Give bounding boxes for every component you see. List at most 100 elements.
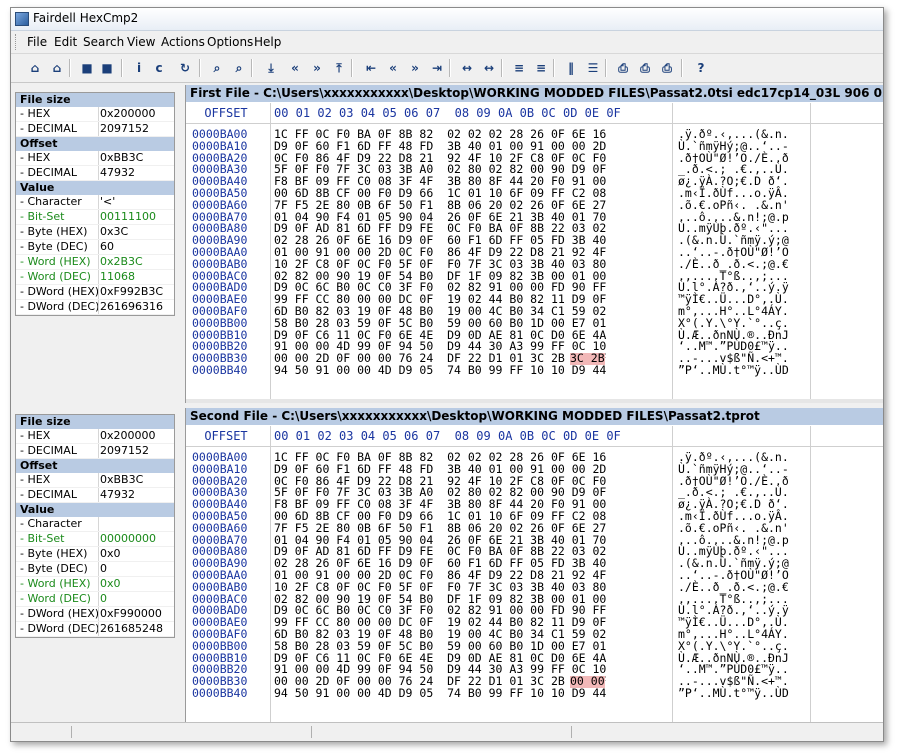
offset-hex-label: - HEX [20, 151, 99, 165]
app-window: Fairdell HexCmp2 File Edit Search View A… [10, 7, 884, 742]
toolbar-separator [553, 59, 555, 77]
first-file-hex-lines: 0000BA00 1C FF 0C F0 BA 0F 8B 82 02 02 02… [186, 128, 883, 377]
size-hex-value: 0x200000 [100, 107, 156, 120]
offset-hex-label: - HEX [20, 473, 99, 487]
toolbar-separator [69, 59, 71, 77]
offset-decimal-label: - DECIMAL [20, 488, 99, 502]
value-section: Value [16, 181, 174, 195]
byte-dec-value: 0 [100, 562, 107, 575]
byte-dec-label: - Byte (DEC) [20, 562, 99, 576]
row-offset: 0000BB40 [192, 685, 248, 700]
size-decimal-value: 2097152 [100, 444, 149, 457]
word-hex-label: - Word (HEX) [20, 255, 99, 269]
menu-file[interactable]: File [27, 35, 47, 49]
pause-button[interactable]: ■ [97, 58, 117, 78]
menu-help[interactable]: Help [254, 35, 281, 49]
toolbar-separator [251, 59, 253, 77]
menu-search[interactable]: Search [83, 35, 124, 49]
dword-hex-label: - DWord (HEX) [20, 607, 99, 621]
refresh-button[interactable]: ↻ [175, 58, 195, 78]
stop-button[interactable]: ■ [77, 58, 97, 78]
open-first-file-button[interactable]: ⌂ [25, 58, 45, 78]
row-hex-bytes: 94 50 91 00 00 4D D9 05 74 B0 99 FF 10 1… [274, 685, 607, 700]
hex-row[interactable]: 0000BB40 94 50 91 00 00 4D D9 05 74 B0 99… [186, 362, 883, 377]
character-label: - Character [20, 517, 99, 531]
menu-view[interactable]: View [127, 35, 155, 49]
first-file-end-button[interactable]: ⇥ [427, 58, 447, 78]
byte-column-labels: 00 01 02 03 04 05 06 07 08 09 0A 0B 0C 0… [274, 106, 621, 120]
horizontal-scrollbar[interactable] [186, 399, 883, 403]
hex-row[interactable]: 0000BB40 94 50 91 00 00 4D D9 05 74 B0 99… [186, 685, 883, 700]
info-button[interactable]: i [129, 58, 149, 78]
size-decimal-value: 2097152 [100, 122, 149, 135]
align-top-button[interactable]: ≡ [509, 58, 529, 78]
offset-section: Offset [16, 459, 174, 473]
first-file-next-button[interactable]: » [405, 58, 425, 78]
dword-dec-label: - DWord (DEC) [20, 622, 99, 636]
goto-first-diff-button[interactable]: ⤓ [261, 58, 281, 78]
character-value: '<' [100, 195, 116, 208]
offset-section: Offset [16, 137, 174, 151]
title-bar: Fairdell HexCmp2 [11, 8, 883, 31]
bitset-value: 00111100 [100, 210, 156, 223]
row-hex-bytes: 94 50 91 00 00 4D D9 05 74 B0 99 FF 10 1… [274, 362, 607, 377]
byte-dec-label: - Byte (DEC) [20, 240, 99, 254]
offset-hex-value: 0xBB3C [100, 151, 144, 164]
dword-dec-value: 261696316 [100, 300, 163, 313]
toolbar-separator [449, 59, 451, 77]
first-file-prev-button[interactable]: « [383, 58, 403, 78]
list-button[interactable]: ☰ [583, 58, 603, 78]
first-file-info-panel: File size - HEX 0x200000 - DECIMAL 2097152… [15, 92, 175, 316]
character-label: - Character [20, 195, 99, 209]
goto-next-diff-button[interactable]: » [307, 58, 327, 78]
row-offset: 0000BB40 [192, 362, 248, 377]
word-hex-value: 0x0 [100, 577, 121, 590]
value-section: Value [16, 503, 174, 517]
save-report-button[interactable]: ⎙ [613, 58, 633, 78]
columns-button[interactable]: ‖ [561, 58, 581, 78]
print-button[interactable]: ⎙ [635, 58, 655, 78]
offset-decimal-value: 47932 [100, 166, 135, 179]
find-button[interactable]: ⌕ [207, 58, 227, 78]
open-second-file-button[interactable]: ⌂ [47, 58, 67, 78]
row-ascii: ”P‘..MÙ.t°™ÿ..ÙD [678, 362, 789, 377]
dword-hex-value: 0xF992B3C [100, 285, 164, 298]
goto-last-diff-button[interactable]: ⤒ [329, 58, 349, 78]
bitset-value: 00000000 [100, 532, 156, 545]
print-preview-button[interactable]: ⎙ [657, 58, 677, 78]
status-cell [311, 726, 312, 738]
size-hex-label: - HEX [20, 429, 99, 443]
sync-right-button[interactable]: ↔ [479, 58, 499, 78]
dword-dec-label: - DWord (DEC) [20, 300, 99, 314]
second-file-hex-lines: 0000BA00 1C FF 0C F0 BA 0F 8B 82 02 02 02… [186, 451, 883, 700]
compare-button[interactable]: c [149, 58, 169, 78]
first-file-path-header: First File - C:\Users\xxxxxxxxxxx\Deskto… [186, 85, 883, 102]
byte-hex-label: - Byte (HEX) [20, 547, 99, 561]
toolbar: ⌂ ⌂ ■ ■ i c ↻ ⌕ ⌕ ⤓ «» ⤒ ⇤ «» ⇥ ↔ ↔ ≡ ≡ ‖ ☰ ⎙ ⎙ ⎙? [11, 54, 883, 83]
toolbar-separator [199, 59, 201, 77]
menu-bar: File Edit Search View Actions Options He… [11, 31, 883, 54]
menu-edit[interactable]: Edit [54, 35, 77, 49]
file-size-section: File size [16, 93, 174, 107]
align-bottom-button[interactable]: ≡ [531, 58, 551, 78]
help-button[interactable]: ? [691, 58, 711, 78]
byte-dec-value: 60 [100, 240, 114, 253]
menu-actions[interactable]: Actions [161, 35, 205, 49]
size-decimal-label: - DECIMAL [20, 444, 99, 458]
sync-left-button[interactable]: ↔ [457, 58, 477, 78]
toolbar-separator [501, 59, 503, 77]
menu-options[interactable]: Options [207, 35, 253, 49]
size-hex-label: - HEX [20, 107, 99, 121]
find-next-button[interactable]: ⌕ [229, 58, 249, 78]
word-dec-label: - Word (DEC) [20, 592, 99, 606]
menu-grip [15, 34, 19, 50]
size-decimal-label: - DECIMAL [20, 122, 99, 136]
first-file-begin-button[interactable]: ⇤ [361, 58, 381, 78]
second-file-hex-pane[interactable]: Second File - C:\Users\xxxxxxxxxxx\Deskt… [185, 408, 883, 724]
status-bar [11, 722, 883, 741]
toolbar-separator [681, 59, 683, 77]
app-icon [15, 12, 29, 26]
goto-prev-diff-button[interactable]: « [285, 58, 305, 78]
first-file-hex-pane[interactable]: First File - C:\Users\xxxxxxxxxxx\Deskto… [185, 85, 883, 403]
offset-column-label: OFFSET [204, 106, 248, 120]
